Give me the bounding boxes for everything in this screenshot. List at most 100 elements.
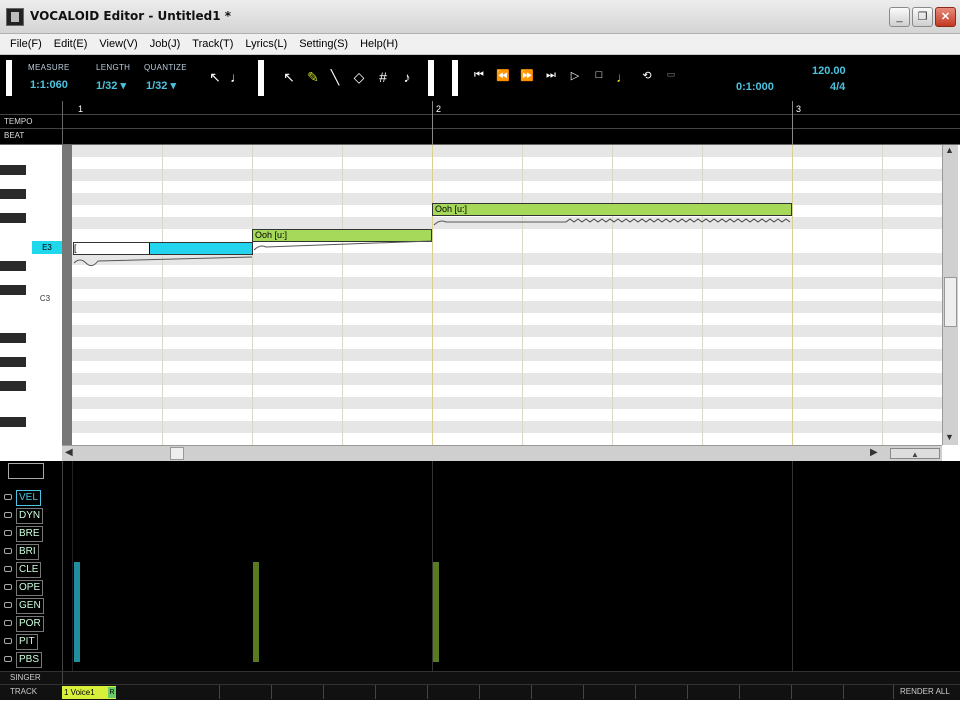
tempo-value: 120.00 <box>812 65 846 77</box>
param-pbs[interactable]: PBS <box>4 652 62 668</box>
track-slot[interactable] <box>428 685 480 699</box>
scroll-right-icon[interactable]: ▶ <box>870 447 878 458</box>
toolbar-divider <box>6 60 12 96</box>
metronome-icon[interactable]: ♩ <box>614 69 632 85</box>
playback-position: 0:1:000 <box>736 81 774 93</box>
track-slot[interactable] <box>376 685 428 699</box>
black-key <box>0 261 26 271</box>
note-length-icon[interactable]: ♪ <box>398 69 416 85</box>
piano-keyboard[interactable]: E3 C3 <box>0 145 72 445</box>
loop-icon[interactable]: ⟲ <box>638 69 656 82</box>
param-label: GEN <box>16 598 44 614</box>
minimize-icon: _ <box>896 11 903 23</box>
param-toggle-icon <box>4 512 12 519</box>
param-bri[interactable]: BRI <box>4 544 62 560</box>
menu-file[interactable]: File(F) <box>4 38 48 50</box>
vertical-scroll-thumb[interactable] <box>944 277 957 327</box>
horizontal-scroll-thumb[interactable] <box>170 447 184 460</box>
close-button[interactable]: ✕ <box>935 7 956 27</box>
menu-view[interactable]: View(V) <box>93 38 143 50</box>
measure-number: 2 <box>436 104 442 114</box>
track-slot[interactable] <box>740 685 792 699</box>
rewind-icon[interactable]: ⏪ <box>494 69 512 82</box>
menu-help[interactable]: Help(H) <box>354 38 404 50</box>
menu-lyrics[interactable]: Lyrics(L) <box>239 38 293 50</box>
param-toggle-icon <box>4 656 12 663</box>
toolbar: MEASURE 1:1:060 LENGTH 1/32 ▾ QUANTIZE 1… <box>0 55 960 101</box>
parameter-selector[interactable] <box>8 463 44 479</box>
scroll-left-icon[interactable]: ◀ <box>65 447 73 458</box>
black-key <box>0 165 26 175</box>
param-gen[interactable]: GEN <box>4 598 62 614</box>
scroll-down-icon[interactable]: ▼ <box>945 432 954 442</box>
param-label: POR <box>16 616 44 632</box>
track-name: 1 Voice1 <box>64 688 95 697</box>
track-slot[interactable] <box>584 685 636 699</box>
rewind-to-start-icon[interactable]: ⏮ <box>470 69 488 82</box>
menu-edit[interactable]: Edit(E) <box>48 38 94 50</box>
param-label: PBS <box>16 652 43 668</box>
track-slot[interactable] <box>844 685 894 699</box>
menu-job[interactable]: Job(J) <box>144 38 187 50</box>
arrow-tool-icon[interactable]: ↖ <box>280 69 298 86</box>
track-slot[interactable] <box>168 685 220 699</box>
grid-icon[interactable]: # <box>374 69 392 85</box>
ruler: TEMPO BEAT 1 2 3 <box>0 101 960 145</box>
track-slot[interactable] <box>636 685 688 699</box>
scroll-up-icon[interactable]: ▲ <box>945 145 954 155</box>
param-pit[interactable]: PIT <box>4 634 62 650</box>
track-slot[interactable] <box>792 685 844 699</box>
black-key <box>0 381 26 391</box>
control-track[interactable]: VEL DYN BRE BRI CLE OPE GEN POR PIT PBS <box>0 461 960 671</box>
pointer-mode-icon[interactable]: ↖ <box>206 69 224 86</box>
fast-forward-icon[interactable]: ⏩ <box>518 69 536 82</box>
param-ope[interactable]: OPE <box>4 580 62 596</box>
param-bre[interactable]: BRE <box>4 526 62 542</box>
param-por[interactable]: POR <box>4 616 62 632</box>
param-toggle-icon <box>4 584 12 591</box>
skip-to-end-icon[interactable]: ⏭ <box>542 69 560 82</box>
stop-icon[interactable]: □ <box>590 69 608 81</box>
track-tab-voice1[interactable]: 1 Voice1 R <box>62 686 116 699</box>
measure-number: 1 <box>78 104 84 114</box>
zoom-slider[interactable]: ▲ <box>890 448 940 459</box>
velocity-bar[interactable] <box>433 562 439 662</box>
toolbar-divider <box>452 60 458 96</box>
track-render-badge: R <box>108 687 116 698</box>
param-toggle-icon <box>4 602 12 609</box>
note-mode-icon[interactable]: ♩ <box>228 69 246 85</box>
track-slot[interactable] <box>688 685 740 699</box>
param-label: CLE <box>16 562 42 578</box>
length-dropdown[interactable]: 1/32 ▾ <box>96 79 126 92</box>
velocity-bar[interactable] <box>74 562 80 662</box>
vertical-scrollbar[interactable]: ▲ ▼ <box>942 145 958 445</box>
play-icon[interactable]: ▷ <box>566 69 584 82</box>
param-dyn[interactable]: DYN <box>4 508 62 524</box>
piano-roll[interactable]: [ Ooh [u:] Ooh [u:] <box>72 145 942 445</box>
pencil-tool-icon[interactable]: ✎ <box>304 69 322 86</box>
param-toggle-icon <box>4 638 12 645</box>
param-cle[interactable]: CLE <box>4 562 62 578</box>
eraser-tool-icon[interactable]: ◇ <box>350 69 368 86</box>
menu-setting[interactable]: Setting(S) <box>293 38 354 50</box>
param-label: BRE <box>16 526 43 542</box>
line-tool-icon[interactable]: ╲ <box>326 69 344 86</box>
quantize-dropdown[interactable]: 1/32 ▾ <box>146 79 176 92</box>
param-vel[interactable]: VEL <box>4 490 62 506</box>
param-label: BRI <box>16 544 39 560</box>
title-bar: VOCALOID Editor - Untitled1 * _ ❐ ✕ <box>0 0 960 34</box>
track-slot[interactable] <box>272 685 324 699</box>
velocity-bar[interactable] <box>253 562 259 662</box>
black-key <box>0 213 26 223</box>
track-slot[interactable] <box>220 685 272 699</box>
track-slot[interactable] <box>532 685 584 699</box>
zoom-slider-handle[interactable]: ▲ <box>911 450 919 459</box>
minimize-button[interactable]: _ <box>889 7 910 27</box>
maximize-button[interactable]: ❐ <box>912 7 933 27</box>
menu-track[interactable]: Track(T) <box>186 38 239 50</box>
track-slot[interactable] <box>480 685 532 699</box>
track-slot[interactable] <box>324 685 376 699</box>
render-all-button[interactable]: RENDER ALL <box>900 687 950 696</box>
horizontal-scrollbar[interactable]: ◀ ▶ ▲ <box>62 445 942 461</box>
realtime-icon[interactable]: ▭ <box>662 69 680 80</box>
